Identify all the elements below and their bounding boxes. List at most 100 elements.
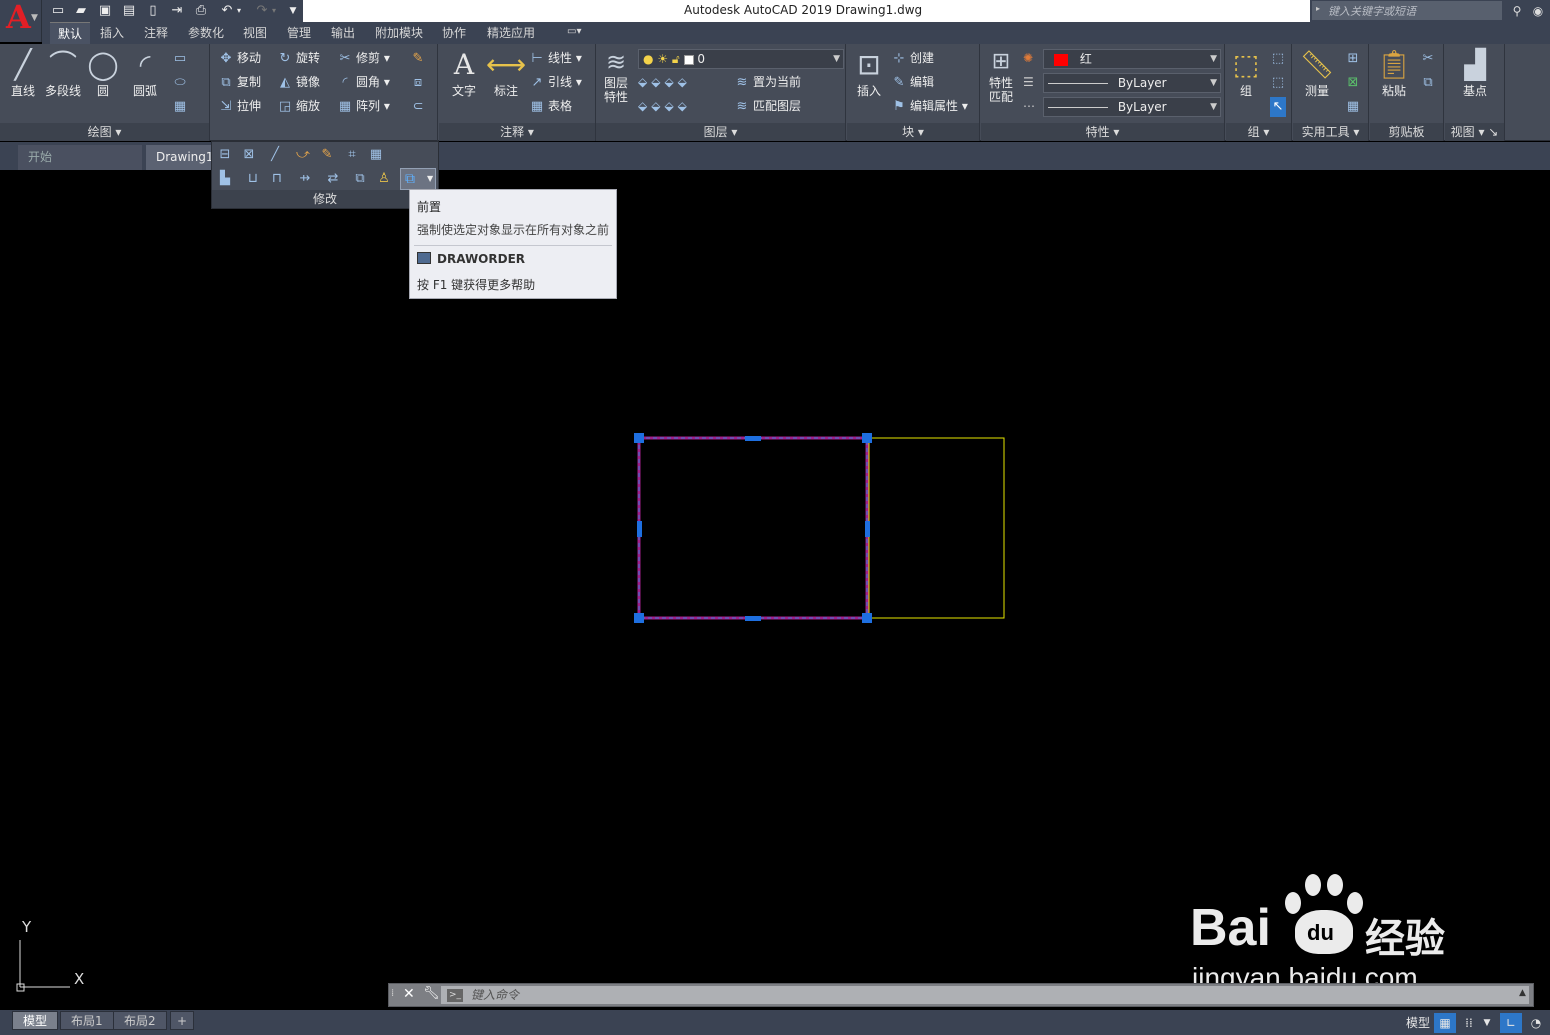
ortho-icon[interactable]: ∟ [1500, 1013, 1522, 1033]
application-menu-button[interactable]: A ▼ [0, 0, 42, 42]
trim-button[interactable]: ✂ 修剪 ▾ [337, 48, 390, 68]
layer-tools-row-1[interactable]: ⬙⬙⬙⬙ [638, 72, 691, 92]
view-panel-label[interactable]: 视图 ▾ ↘ [1445, 123, 1504, 141]
layer-properties-button[interactable]: ≋ 图层 特性 [594, 48, 638, 104]
redo-dropdown-icon[interactable]: ▾ [268, 1, 280, 21]
grip-top-right[interactable] [862, 433, 872, 443]
group-edit-button[interactable]: ⬚ [1270, 72, 1289, 92]
line-button[interactable]: ╱ 直线 [1, 48, 45, 99]
grip-bottom-right[interactable] [862, 613, 872, 623]
polar-icon[interactable]: ◔ [1526, 1013, 1546, 1033]
grid-icon[interactable]: ▦ [1434, 1013, 1456, 1033]
table-button[interactable]: ▦ 表格 [529, 96, 572, 116]
overkill-icon[interactable]: ⧉ [349, 169, 371, 189]
measure-button[interactable]: 📏︎ 测量 [1295, 48, 1339, 99]
tab-default[interactable]: 默认 [50, 22, 91, 44]
ellipse-button[interactable]: ⬭ [172, 72, 191, 92]
ungroup-button[interactable]: ⬚ [1270, 48, 1289, 68]
block-panel-label[interactable]: 块 ▾ [847, 123, 979, 141]
hatch-button[interactable]: ▦ [172, 96, 191, 116]
align-icon[interactable]: ⌗ [341, 145, 363, 165]
break-at-point-icon[interactable]: ⊔ [242, 169, 264, 189]
snap-icon[interactable]: ⁞⁞ [1460, 1013, 1478, 1033]
layers-panel-label[interactable]: 图层 ▾ [596, 123, 845, 141]
modify-panel-label[interactable]: 修改 [212, 190, 438, 208]
edit-block-button[interactable]: ✎ 编辑 [891, 72, 934, 92]
array-button[interactable]: ▦ 阵列 ▾ [337, 96, 390, 116]
undo-dropdown-icon[interactable]: ▾ [233, 1, 245, 21]
erase-button[interactable]: ✎ [410, 48, 429, 68]
arc-button[interactable]: ◜ 圆弧 [123, 48, 167, 99]
search-expand-icon[interactable]: ▸ [1316, 4, 1320, 13]
edit-polyline-icon[interactable]: ⊟ [214, 145, 236, 165]
command-input[interactable]: 键入命令 [441, 986, 1529, 1004]
bring-to-front-button[interactable]: ⧉ ▼ [400, 168, 436, 190]
match-properties-button[interactable]: ⊞ 特性 匹配 [979, 48, 1023, 104]
polyline-button[interactable]: ⌒ 多段线 [41, 48, 85, 99]
insert-block-button[interactable]: ⊡ 插入 [847, 48, 891, 99]
copy-button[interactable]: ⧉ 复制 [218, 72, 261, 92]
export-icon[interactable]: ⇥ [167, 1, 187, 21]
properties-panel-label[interactable]: 特性 ▾ [981, 123, 1224, 141]
selected-rectangle[interactable] [637, 436, 869, 620]
grip-bottom-left[interactable] [634, 613, 644, 623]
model-space-button[interactable]: 模型 [1402, 1013, 1434, 1033]
grip-mid-bottom[interactable] [745, 616, 761, 621]
clipboard-panel-label[interactable]: 剪贴板 [1370, 123, 1443, 141]
utilities-panel-label[interactable]: 实用工具 ▾ [1293, 123, 1368, 141]
id-point-button[interactable]: ⊞ [1345, 48, 1364, 68]
close-icon[interactable]: ✕ [403, 986, 415, 1002]
ribbon-minimize-icon[interactable]: ▭▾ [567, 26, 591, 40]
yellow-rectangle[interactable] [868, 437, 1005, 619]
new-icon[interactable]: ▭ [48, 1, 68, 21]
grip-mid-top[interactable] [745, 436, 761, 441]
create-block-button[interactable]: ⊹ 创建 [891, 48, 934, 68]
calculator-button[interactable]: ▦ [1345, 96, 1364, 116]
lineweight-dropdown[interactable]: ByLayer ▼ [1043, 97, 1221, 117]
group-button[interactable]: ⬚ 组 [1224, 48, 1268, 99]
set-by-layer-icon[interactable]: ♙ [373, 169, 395, 189]
copy-clip-button[interactable]: ⧉ [1420, 72, 1439, 92]
customize-icon[interactable]: ▼ [286, 1, 300, 21]
linear-button[interactable]: ⊢ 线性 ▾ [529, 48, 582, 68]
command-prompt-icon[interactable]: >_ [447, 989, 463, 1002]
search-input[interactable]: 键入关键字或短语 [1312, 1, 1502, 20]
stretch-button[interactable]: ⇲ 拉伸 [218, 96, 261, 116]
tab-insert[interactable]: 插入 [92, 22, 132, 44]
rectangle-button[interactable]: ▭ [172, 48, 191, 68]
explode-button[interactable]: ⧈ [410, 72, 429, 92]
draw-panel-label[interactable]: 绘图 ▾ [0, 123, 209, 141]
set-current-button[interactable]: ≋ 置为当前 [734, 72, 801, 92]
rotate-button[interactable]: ↻ 旋转 [277, 48, 320, 68]
layer-tools-row-2[interactable]: ⬙⬙⬙⬙ [638, 96, 691, 116]
tab-view[interactable]: 视图 [235, 22, 275, 44]
print-icon[interactable]: ⎙ [191, 1, 211, 21]
match-layer-button[interactable]: ≋ 匹配图层 [734, 96, 801, 116]
lengthen-icon[interactable]: ✎ [316, 145, 338, 165]
break-icon[interactable]: ╱ [264, 145, 286, 165]
blend-curves-icon[interactable]: ⤻ [292, 145, 314, 165]
fillet-button[interactable]: ◜ 圆角 ▾ [337, 72, 389, 92]
wrench-icon[interactable]: 🔧︎ [423, 986, 440, 1001]
chevron-down-icon[interactable]: ▼ [1480, 1013, 1494, 1033]
save-icon[interactable]: ▣ [95, 1, 115, 21]
offset-button[interactable]: ⊂ [410, 96, 429, 116]
tab-annotate[interactable]: 注释 [136, 22, 176, 44]
chevron-up-icon[interactable]: ▲ [1519, 988, 1526, 998]
circle-button[interactable]: ◯ 圆 [81, 48, 125, 99]
extend-icon[interactable]: ⇸ [294, 169, 316, 189]
dimension-button[interactable]: ⟷ 标注 [484, 48, 528, 99]
quick-select-button[interactable]: ⊠ [1345, 72, 1364, 92]
tab-collaborate[interactable]: 协作 [434, 22, 474, 44]
color-dropdown[interactable]: 红 ▼ [1043, 49, 1221, 69]
tab-featured-apps[interactable]: 精选应用 [479, 22, 543, 44]
tab-drawing1[interactable]: Drawing1 [146, 145, 216, 170]
linetype-dropdown[interactable]: ByLayer ▼ [1043, 73, 1221, 93]
mirror-button[interactable]: ◭ 镜像 [277, 72, 320, 92]
groups-panel-label[interactable]: 组 ▾ [1226, 123, 1291, 141]
edit-attributes-button[interactable]: ⚑ 编辑属性 ▾ [891, 96, 968, 116]
edit-array-icon[interactable]: ▦ [365, 145, 387, 165]
open-icon[interactable]: ▰ [71, 1, 91, 21]
binoculars-icon[interactable]: ⚲ [1508, 1, 1526, 21]
layout-tab-1[interactable]: 布局1 [60, 1011, 114, 1030]
